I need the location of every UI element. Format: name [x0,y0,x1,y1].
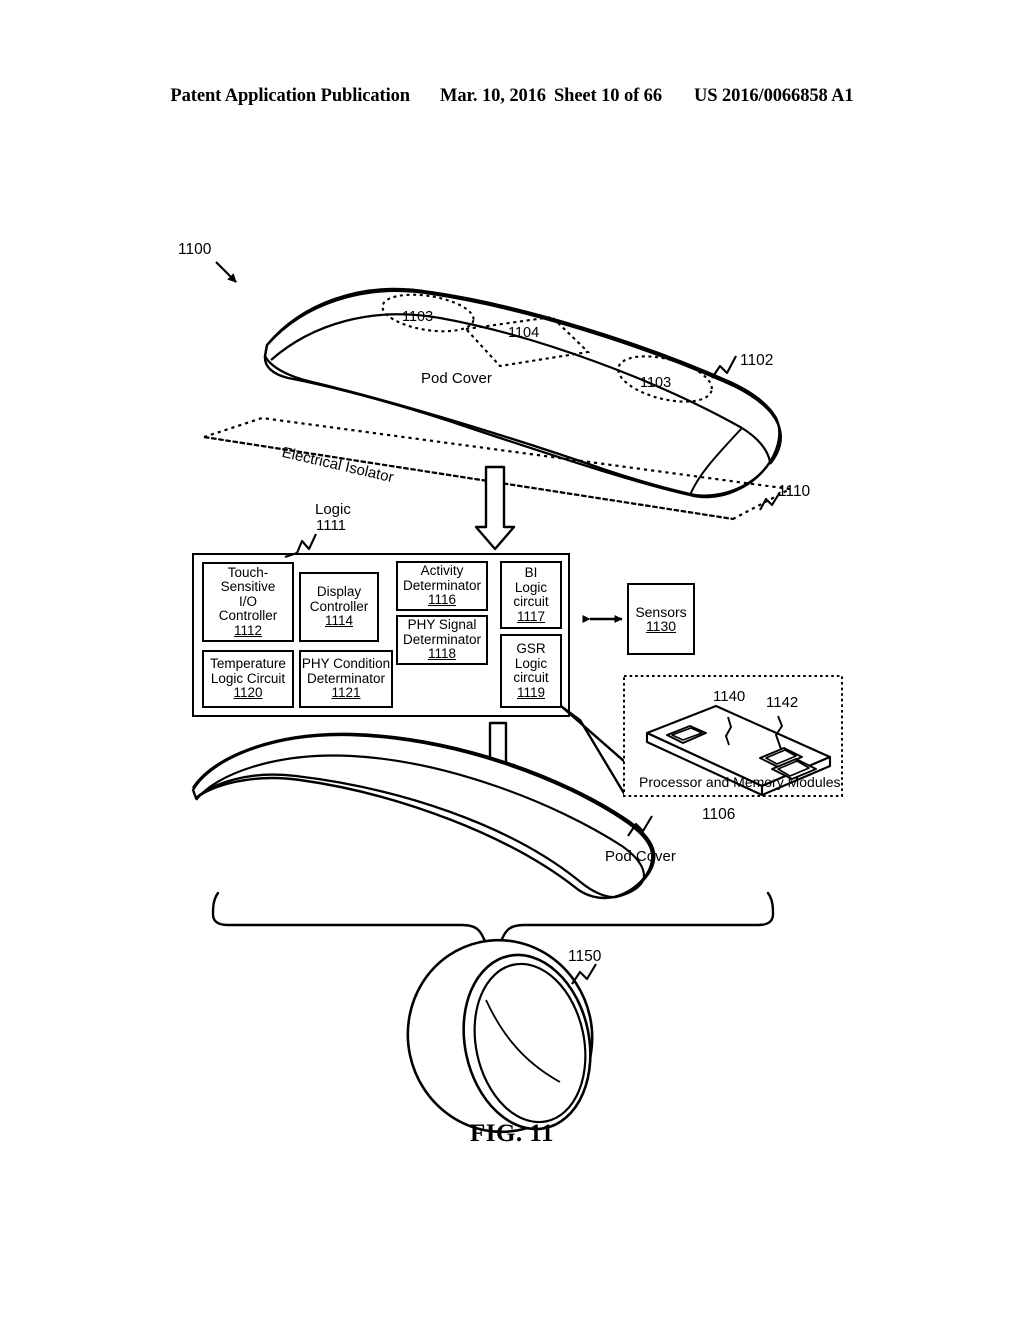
ref-1142: 1142 [766,694,799,711]
block-sensors[interactable]: Sensors 1130 [627,583,695,655]
patent-page: Patent Application Publication Mar. 10, … [0,0,1024,1320]
block-bi-logic-circuit[interactable]: BI Logic circuit 1117 [500,561,562,629]
ref-1140: 1140 [713,688,746,705]
block-gsr-logic-circuit[interactable]: GSR Logic circuit 1119 [500,634,562,708]
ref-1100: 1100 [178,241,212,258]
block-activity-determinator[interactable]: Activity Determinator 1116 [396,561,488,611]
bottom-pod-cover-shape [191,732,656,900]
figure-caption: FIG. 11 [469,1120,555,1147]
ref-1106: 1106 [702,806,736,823]
processor-panel-caption: Processor and Memory Modules [639,774,841,790]
processor-callout-wedge [559,704,627,797]
overall-ref-arrow [215,261,237,283]
block-phy-condition-determinator[interactable]: PHY Condition Determinator 1121 [299,650,393,708]
ref-1103-bottom: 1103 [640,375,672,391]
block-temperature-logic-circuit[interactable]: Temperature Logic Circuit 1120 [202,650,294,708]
ref-1102: 1102 [740,352,774,369]
ref-1111: 1111 [316,517,347,534]
ref-1104: 1104 [508,325,540,341]
logic-label: Logic [315,501,351,518]
ref-1150: 1150 [568,948,602,965]
ref-1110: 1110 [778,483,811,500]
block-display-controller[interactable]: Display Controller 1114 [299,572,379,642]
top-pod-cover-label: Pod Cover [421,370,492,387]
block-phy-signal-determinator[interactable]: PHY Signal Determinator 1118 [396,615,488,665]
bottom-pod-cover-label: Pod Cover [605,848,676,865]
block-touch-sensitive-io-controller[interactable]: Touch- Sensitive I/O Controller 1112 [202,562,294,642]
ref-1103-top: 1103 [402,309,434,325]
